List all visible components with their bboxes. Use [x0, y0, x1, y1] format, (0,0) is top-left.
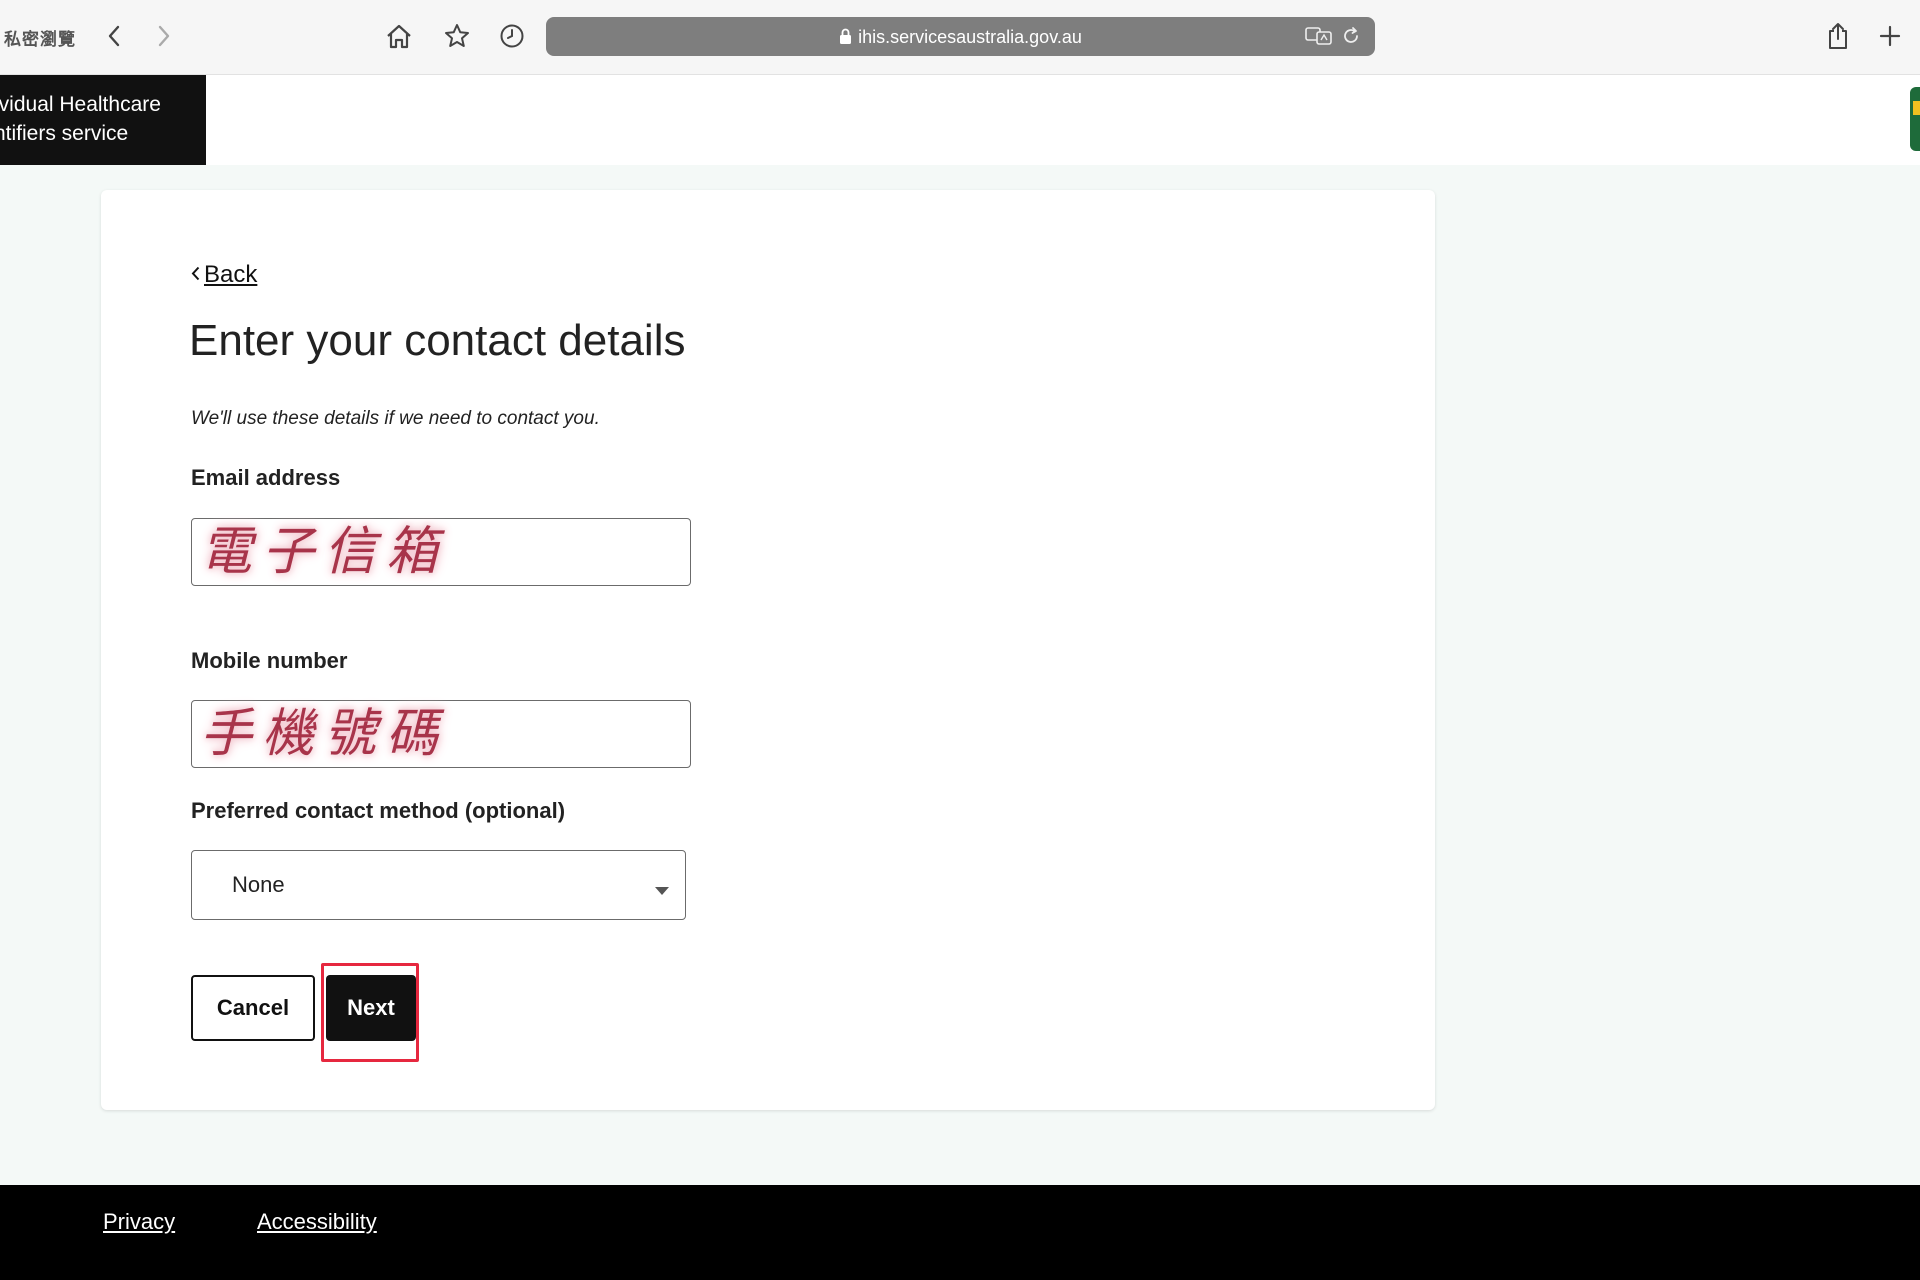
privacy-link[interactable]: Privacy	[103, 1209, 175, 1235]
brand-line-2: ntifiers service	[0, 122, 129, 145]
back-arrow-icon[interactable]	[96, 18, 132, 54]
reload-icon[interactable]	[1341, 26, 1361, 51]
contact-details-card: Back Enter your contact details We'll us…	[101, 190, 1435, 1110]
address-bar[interactable]: ihis.servicesaustralia.gov.au	[546, 17, 1375, 56]
url-display: ihis.servicesaustralia.gov.au	[546, 27, 1375, 50]
lock-icon	[839, 28, 852, 50]
site-header: ividual Healthcare ntifiers service	[0, 75, 1920, 165]
next-button-highlight	[321, 963, 419, 1062]
bookmark-star-icon[interactable]	[439, 18, 475, 54]
browser-toolbar: 私密瀏覽 ihis.servicesaustralia.gov.au	[0, 0, 1920, 75]
email-handwritten-annotation: 電子信箱	[200, 522, 449, 582]
caret-down-icon	[655, 882, 669, 900]
url-text: ihis.servicesaustralia.gov.au	[858, 27, 1082, 47]
private-browsing-label: 私密瀏覽	[4, 30, 76, 49]
mobile-label: Mobile number	[191, 648, 348, 673]
brand-line-1: ividual Healthcare	[0, 93, 161, 116]
back-link-label: Back	[204, 261, 258, 288]
accessibility-link[interactable]: Accessibility	[257, 1209, 377, 1235]
page-title: Enter your contact details	[189, 316, 686, 365]
site-footer: Privacy Accessibility	[0, 1185, 1920, 1280]
email-label: Email address	[191, 465, 341, 490]
government-logo-icon[interactable]	[1910, 87, 1920, 151]
contact-method-select[interactable]: None	[191, 850, 686, 920]
translate-icon[interactable]	[1305, 26, 1333, 51]
intro-text: We'll use these details if we need to co…	[191, 408, 600, 429]
contact-method-selected-value: None	[232, 872, 285, 897]
cancel-button[interactable]: Cancel	[191, 975, 315, 1041]
forward-arrow-icon[interactable]	[146, 18, 182, 54]
home-icon[interactable]	[381, 18, 417, 54]
share-icon[interactable]	[1820, 18, 1856, 54]
history-clock-icon[interactable]	[494, 18, 530, 54]
mobile-number-field[interactable]: 手機號碼	[191, 700, 691, 768]
email-field[interactable]: 電子信箱	[191, 518, 691, 586]
mobile-handwritten-annotation: 手機號碼	[200, 704, 449, 764]
contact-method-label: Preferred contact method (optional)	[191, 798, 566, 823]
service-brand-block[interactable]: ividual Healthcare ntifiers service	[0, 75, 206, 165]
back-link[interactable]: Back	[191, 260, 257, 289]
new-tab-plus-icon[interactable]	[1872, 18, 1908, 54]
chevron-left-icon	[191, 260, 200, 288]
